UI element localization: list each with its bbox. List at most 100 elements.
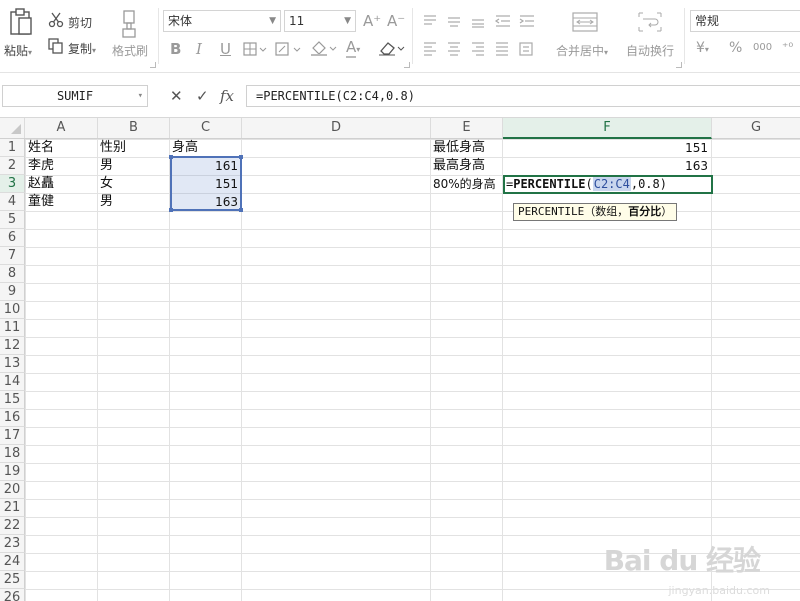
row-header-8[interactable]: 8 <box>0 265 25 283</box>
cell-A2[interactable]: 李虎 <box>25 157 97 175</box>
divider <box>158 8 159 64</box>
row-header-19[interactable]: 19 <box>0 463 25 481</box>
gridline <box>430 139 431 601</box>
baidu-watermark-url: jingyan.baidu.com <box>668 584 770 597</box>
align-top-icon[interactable] <box>424 14 534 31</box>
cell-edit-text[interactable]: =PERCENTILE(C2:C4,0.8) <box>506 175 667 193</box>
underline-button[interactable]: U <box>220 40 231 58</box>
cell-B2[interactable]: 男 <box>97 157 169 175</box>
chevron-down-icon[interactable]: ▾ <box>138 86 143 106</box>
row-header-5[interactable]: 5 <box>0 211 25 229</box>
row-header-1[interactable]: 1 <box>0 139 25 157</box>
row-header-7[interactable]: 7 <box>0 247 25 265</box>
font-name-select[interactable]: 宋体 ▼ <box>163 10 281 32</box>
fill-color-icon[interactable] <box>310 40 338 59</box>
format-painter-button[interactable]: 格式刷 <box>112 42 148 59</box>
cell-B3[interactable]: 女 <box>97 175 169 193</box>
column-header-B[interactable]: B <box>98 118 170 138</box>
row-header-21[interactable]: 21 <box>0 499 25 517</box>
cell-C3[interactable]: 151 <box>169 175 241 193</box>
row-header-13[interactable]: 13 <box>0 355 25 373</box>
row-header-9[interactable]: 9 <box>0 283 25 301</box>
row-header-6[interactable]: 6 <box>0 229 25 247</box>
row-header-11[interactable]: 11 <box>0 319 25 337</box>
align-left-icon[interactable] <box>424 42 544 59</box>
group-launcher[interactable] <box>676 62 682 68</box>
row-header-20[interactable]: 20 <box>0 481 25 499</box>
column-header-F[interactable]: F <box>503 118 712 139</box>
eraser-icon[interactable] <box>378 40 406 59</box>
thousands-separator-button[interactable]: 000 <box>753 42 772 53</box>
group-launcher[interactable] <box>150 62 156 68</box>
enter-icon[interactable]: ✓ <box>196 86 209 106</box>
row-header-26[interactable]: 26 <box>0 589 25 601</box>
shrink-font-button[interactable]: A⁻ <box>387 12 405 30</box>
row-header-17[interactable]: 17 <box>0 427 25 445</box>
formula-input[interactable]: =PERCENTILE(C2:C4,0.8) <box>246 85 800 107</box>
currency-button[interactable]: ¥▾ <box>696 40 709 56</box>
copy-button[interactable]: 复制▾ <box>68 40 96 57</box>
row-header-3[interactable]: 3 <box>0 175 25 193</box>
column-header-G[interactable]: G <box>712 118 800 138</box>
select-all-icon <box>11 124 21 134</box>
row-header-10[interactable]: 10 <box>0 301 25 319</box>
cell-F2[interactable]: 163 <box>502 157 711 175</box>
spreadsheet-grid: A B C D E F G 1 2 3 4 5 6 7 8 9 10 11 12 13 14 15 16 17 1… <box>0 117 800 601</box>
chevron-down-icon: ▼ <box>344 16 351 26</box>
row-header-2[interactable]: 2 <box>0 157 25 175</box>
font-color-button[interactable]: A▾ <box>346 38 360 58</box>
cell-B1[interactable]: 性别 <box>97 139 169 157</box>
paste-icon[interactable] <box>8 8 34 41</box>
italic-button[interactable]: I <box>196 40 202 58</box>
cell-area[interactable]: 姓名 李虎 赵矗 童健 性别 男 女 男 身高 161 151 163 最低身高… <box>25 139 800 601</box>
grow-font-button[interactable]: A⁺ <box>363 12 381 30</box>
row-header-25[interactable]: 25 <box>0 571 25 589</box>
function-tooltip: PERCENTILE（数组，百分比） <box>513 203 678 221</box>
cell-E2[interactable]: 最高身高 <box>430 157 502 175</box>
cell-F1[interactable]: 151 <box>502 139 711 157</box>
column-header-A[interactable]: A <box>25 118 98 138</box>
cell-C1[interactable]: 身高 <box>169 139 241 157</box>
row-header-16[interactable]: 16 <box>0 409 25 427</box>
insert-function-icon[interactable]: fx <box>220 86 234 106</box>
column-header-D[interactable]: D <box>242 118 431 138</box>
column-header-C[interactable]: C <box>170 118 242 138</box>
row-header-18[interactable]: 18 <box>0 445 25 463</box>
percent-button[interactable]: % <box>729 40 742 56</box>
name-box[interactable]: SUMIF ▾ <box>2 85 148 107</box>
cut-button[interactable]: 剪切 <box>68 14 92 31</box>
select-all-corner[interactable] <box>0 118 25 138</box>
row-header-24[interactable]: 24 <box>0 553 25 571</box>
cell-A1[interactable]: 姓名 <box>25 139 97 157</box>
cancel-icon[interactable]: ✕ <box>170 86 183 106</box>
cell-E3[interactable]: 80%的身高 <box>430 175 510 193</box>
bold-button[interactable]: B <box>170 40 181 58</box>
cell-A4[interactable]: 童健 <box>25 193 97 211</box>
cell-C4[interactable]: 163 <box>169 193 241 211</box>
borders-icon[interactable] <box>243 42 267 59</box>
column-header-E[interactable]: E <box>431 118 503 138</box>
function-name: PERCENTILE <box>513 177 586 191</box>
format-painter-icon <box>120 10 140 41</box>
row-header-22[interactable]: 22 <box>0 517 25 535</box>
number-format-select[interactable]: 常规 <box>690 10 800 32</box>
increase-decimal-button[interactable]: ⁺⁰ <box>782 40 793 54</box>
cell-B4[interactable]: 男 <box>97 193 169 211</box>
column-headers: A B C D E F G <box>0 118 800 139</box>
row-header-15[interactable]: 15 <box>0 391 25 409</box>
cell-A3[interactable]: 赵矗 <box>25 175 97 193</box>
row-header-23[interactable]: 23 <box>0 535 25 553</box>
row-header-4[interactable]: 4 <box>0 193 25 211</box>
cell-C2[interactable]: 161 <box>169 157 241 175</box>
cell-E1[interactable]: 最低身高 <box>430 139 502 157</box>
fill-style-icon[interactable] <box>275 42 301 59</box>
merge-center-button[interactable]: 合并居中▾ <box>556 42 608 59</box>
font-size-select[interactable]: 11 ▼ <box>284 10 356 32</box>
row-header-14[interactable]: 14 <box>0 373 25 391</box>
wrap-text-button[interactable]: 自动换行 <box>626 42 674 59</box>
group-launcher[interactable] <box>404 62 410 68</box>
current-argument: 百分比 <box>628 205 662 218</box>
chevron-down-icon: ▼ <box>269 16 276 26</box>
row-header-12[interactable]: 12 <box>0 337 25 355</box>
paste-button[interactable]: 粘贴▾ <box>4 42 32 59</box>
